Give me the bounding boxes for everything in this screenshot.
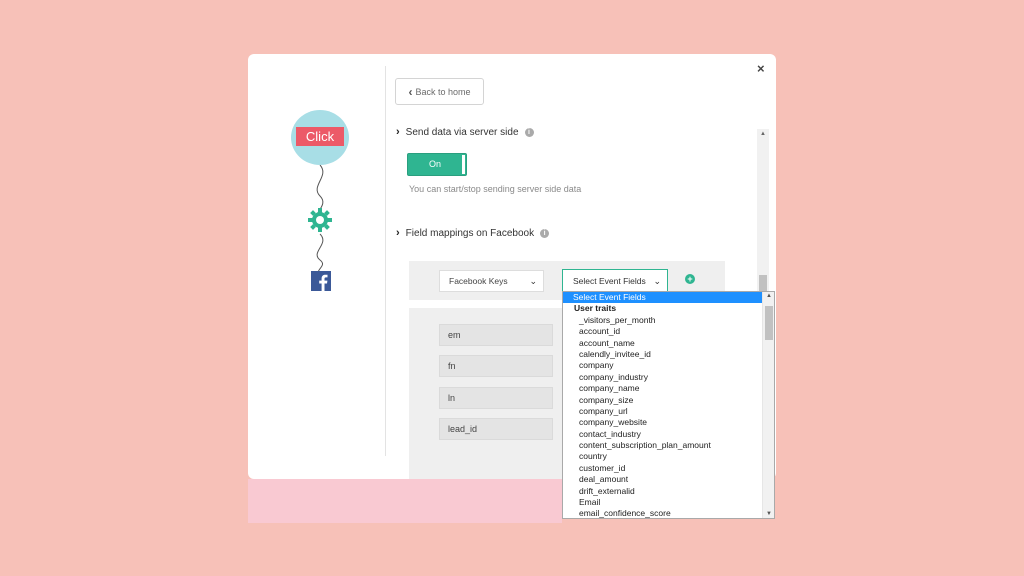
dropdown-option[interactable]: drift_externalid <box>563 486 763 497</box>
dropdown-option[interactable]: content_subscription_plan_amount <box>563 440 763 451</box>
background-panel <box>248 479 562 523</box>
field-row[interactable]: lead_id <box>439 418 553 440</box>
scroll-up-icon[interactable]: ▲ <box>763 293 774 299</box>
field-mappings-section-header[interactable]: › Field mappings on Facebook i <box>396 227 550 239</box>
dropdown-option[interactable]: email_confidence_score <box>563 508 763 518</box>
toggle-help-text: You can start/stop sending server side d… <box>409 184 582 194</box>
dropdown-option[interactable]: company_industry <box>563 372 763 383</box>
chevron-down-icon: ⌄ <box>653 276 661 286</box>
event-fields-dropdown[interactable]: Select Event Fields User traits _visitor… <box>562 291 775 519</box>
server-side-section-header[interactable]: › Send data via server side i <box>396 126 534 138</box>
event-fields-select[interactable]: Select Event Fields ⌄ <box>562 269 668 293</box>
dropdown-group-label: User traits <box>574 303 617 314</box>
dropdown-option[interactable]: calendly_invitee_id <box>563 349 763 360</box>
scroll-thumb[interactable] <box>765 306 773 340</box>
event-fields-value: Select Event Fields <box>573 276 646 286</box>
info-icon[interactable]: i <box>540 228 550 238</box>
flow-diagram: Click <box>248 54 384 479</box>
dropdown-option[interactable]: country <box>563 451 763 462</box>
close-button[interactable]: × <box>757 62 765 75</box>
chevron-down-icon: ⌄ <box>529 276 537 286</box>
back-to-home-label: Back to home <box>415 86 471 97</box>
chevron-left-icon: ‹ <box>408 84 413 99</box>
info-icon[interactable]: i <box>524 127 534 137</box>
server-side-title: Send data via server side <box>405 126 519 138</box>
dropdown-option[interactable]: company <box>563 360 763 371</box>
field-row[interactable]: em <box>439 324 553 346</box>
toggle-knob <box>462 155 465 174</box>
chevron-right-icon: › <box>396 227 400 239</box>
dropdown-option[interactable]: company_url <box>563 406 763 417</box>
facebook-icon[interactable] <box>311 271 331 291</box>
dropdown-option[interactable]: contact_industry <box>563 429 763 440</box>
toggle-label: On <box>429 159 442 169</box>
mapped-fields-panel: em fn ln lead_id <box>409 308 569 479</box>
dropdown-option[interactable]: account_name <box>563 338 763 349</box>
dropdown-option[interactable]: deal_amount <box>563 474 763 485</box>
webhook-icon[interactable] <box>307 207 333 233</box>
dropdown-option[interactable]: customer_id <box>563 463 763 474</box>
facebook-keys-select[interactable]: Facebook Keys ⌄ <box>439 270 544 292</box>
click-node-label: Click <box>296 127 344 146</box>
flow-connector-bottom <box>316 233 324 275</box>
back-to-home-button[interactable]: ‹ Back to home <box>395 78 484 105</box>
dropdown-option[interactable]: _visitors_per_month <box>563 315 763 326</box>
dropdown-options: Select Event Fields User traits _visitor… <box>563 292 763 518</box>
dropdown-option[interactable]: company_website <box>563 417 763 428</box>
facebook-keys-value: Facebook Keys <box>449 276 508 286</box>
add-mapping-button[interactable]: + <box>685 274 695 284</box>
dropdown-scrollbar[interactable]: ▲ ▼ <box>762 292 774 518</box>
field-row[interactable]: fn <box>439 355 553 377</box>
scroll-down-icon[interactable]: ▼ <box>763 511 774 517</box>
field-row[interactable]: ln <box>439 387 553 409</box>
dropdown-option[interactable]: Email <box>563 497 763 508</box>
field-mappings-title: Field mappings on Facebook <box>405 227 535 239</box>
dropdown-option[interactable]: company_name <box>563 383 763 394</box>
server-side-toggle[interactable]: On <box>407 153 467 176</box>
chevron-right-icon: › <box>396 126 400 138</box>
dropdown-option[interactable]: company_size <box>563 395 763 406</box>
scroll-up-icon[interactable]: ▲ <box>757 131 769 137</box>
dropdown-option-selected[interactable]: Select Event Fields <box>563 292 763 304</box>
dropdown-option[interactable]: account_id <box>563 326 763 337</box>
